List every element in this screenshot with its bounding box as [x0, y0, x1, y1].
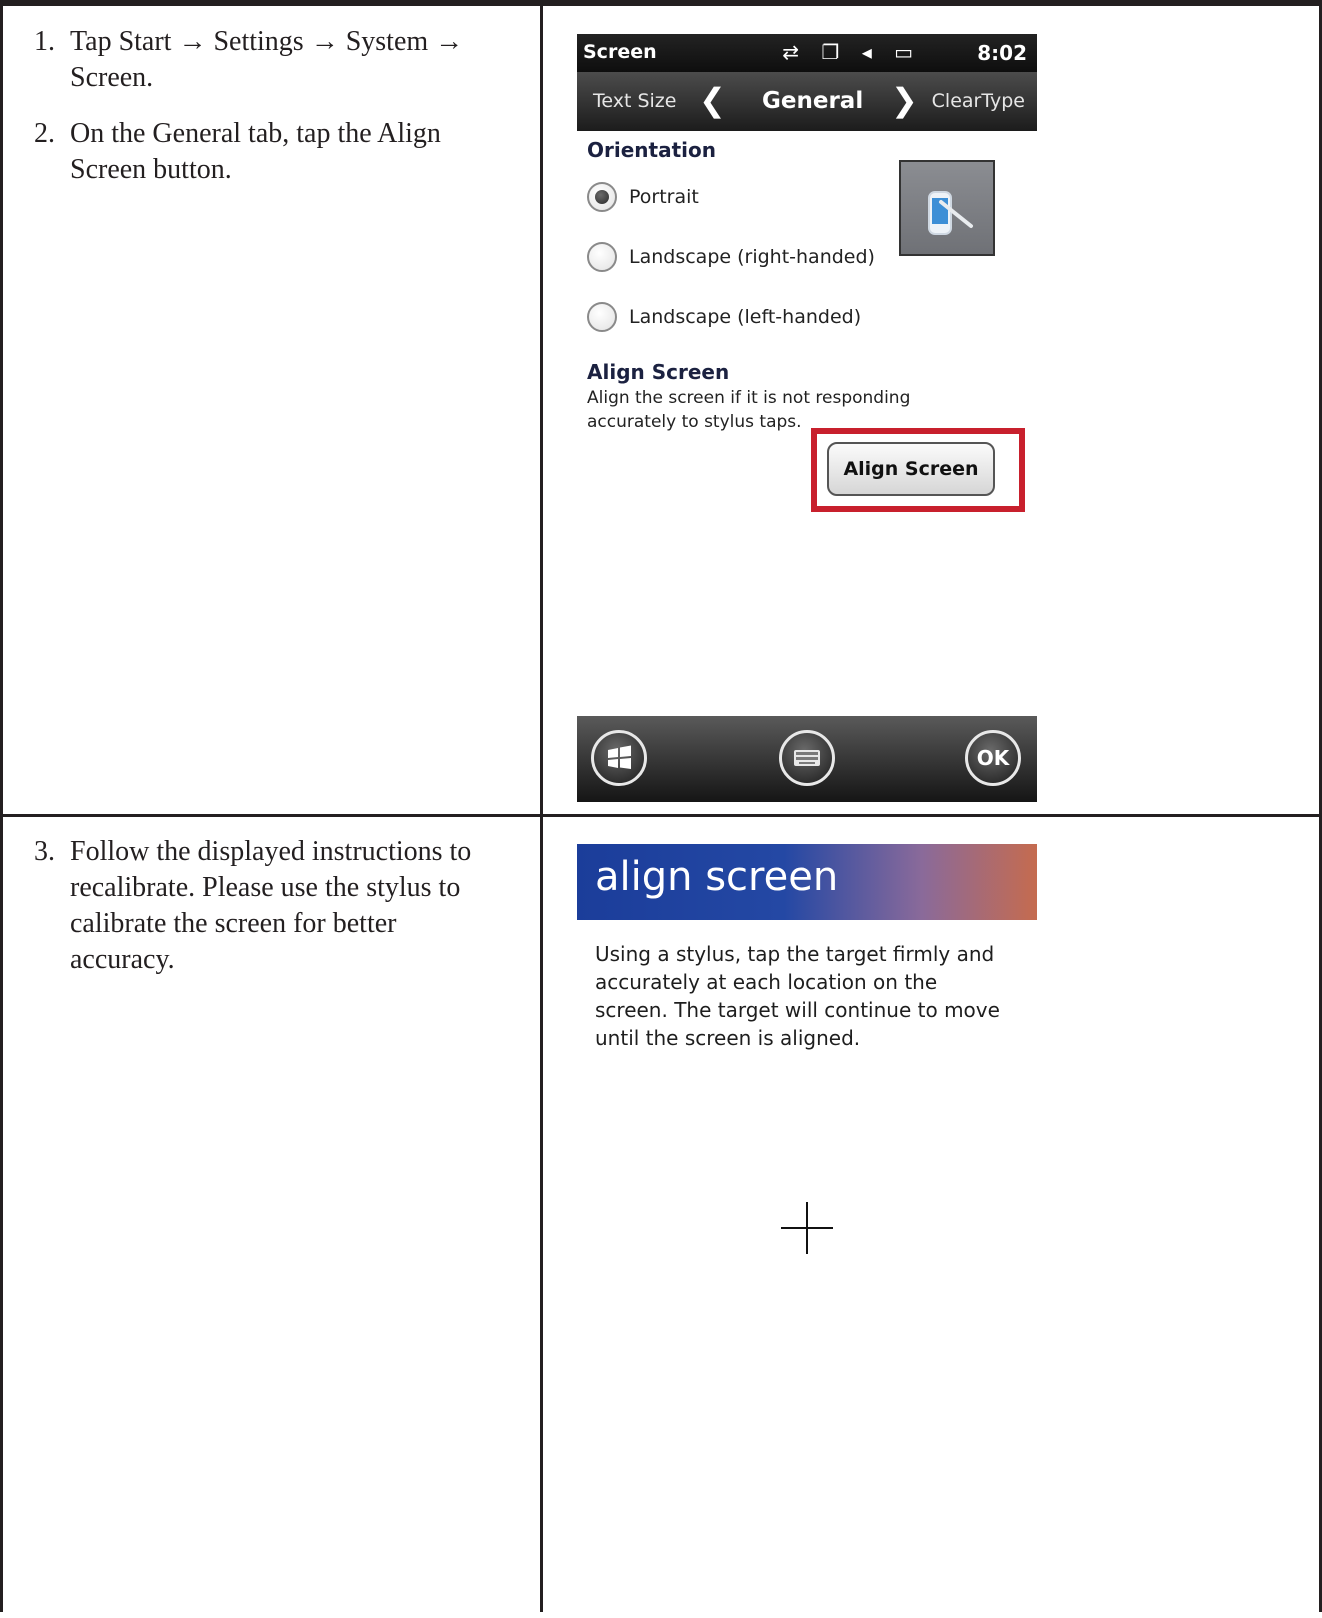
step-number: 2. [34, 118, 55, 149]
align-screen-header: align screen [577, 844, 1037, 920]
align-screen-heading: Align Screen [587, 360, 730, 384]
instruction-table: 1. Tap Start → Settings → System → Scree… [0, 0, 1322, 1618]
table-divider-vertical [540, 6, 543, 1612]
align-instructions: Using a stylus, tap the target firmly an… [595, 942, 1000, 1050]
tab-general[interactable]: General [762, 88, 863, 114]
table-border-left [0, 6, 3, 1612]
radio-label: Portrait [629, 186, 699, 208]
radio-unselected-icon[interactable] [587, 302, 617, 332]
orientation-heading: Orientation [587, 138, 716, 162]
keyboard-icon [794, 750, 820, 766]
tab-text-size[interactable]: Text Size [593, 90, 676, 112]
windows-start-icon [608, 745, 631, 769]
chevron-left-icon[interactable]: ❮ [699, 81, 726, 119]
radio-unselected-icon[interactable] [587, 242, 617, 272]
device-stylus-icon [928, 191, 973, 235]
tab-cleartype[interactable]: ClearType [932, 90, 1025, 112]
align-screen-description: Align the screen if it is not responding… [587, 388, 911, 432]
align-screen-button[interactable]: Align Screen [827, 442, 995, 496]
keyboard-button[interactable] [779, 730, 835, 786]
softkey-bar: OK [577, 716, 1037, 802]
windows-start-button[interactable] [591, 730, 647, 786]
align-screen-screenshot: align screen Using a stylus, tap the tar… [577, 844, 1037, 1618]
status-bar: Screen ⇄ ❐ ◂ ▭ 8:02 [577, 34, 1037, 72]
status-title: Screen [583, 41, 657, 63]
orientation-preview-image [899, 160, 995, 256]
step-3: 3. Follow the displayed instructions to … [34, 834, 504, 978]
step-text: Tap Start → Settings → System → Screen. [70, 26, 464, 93]
radio-label: Landscape (right-handed) [629, 246, 875, 268]
table-divider-horizontal [0, 814, 1322, 817]
align-screen-title: align screen [595, 854, 839, 900]
status-icons: ⇄ ❐ ◂ ▭ [782, 40, 921, 64]
tab-bar: Text Size ❮ General ❯ ClearType [577, 72, 1037, 131]
radio-selected-icon[interactable] [587, 182, 617, 212]
status-time: 8:02 [977, 41, 1027, 65]
step-number: 1. [34, 26, 55, 57]
ok-button[interactable]: OK [965, 730, 1021, 786]
crosshair-icon[interactable] [779, 1200, 835, 1256]
chevron-right-icon[interactable]: ❯ [891, 81, 918, 119]
screen-settings-screenshot: Screen ⇄ ❐ ◂ ▭ 8:02 Text Size ❮ General … [577, 34, 1037, 802]
step-number: 3. [34, 836, 55, 867]
step-1: 1. Tap Start → Settings → System → Scree… [34, 24, 504, 96]
step-text: Follow the displayed instructions to rec… [70, 836, 472, 975]
radio-label: Landscape (left-handed) [629, 306, 862, 328]
step-text: On the General tab, tap the Align Screen… [70, 118, 441, 185]
step-2: 2. On the General tab, tap the Align Scr… [34, 116, 504, 188]
